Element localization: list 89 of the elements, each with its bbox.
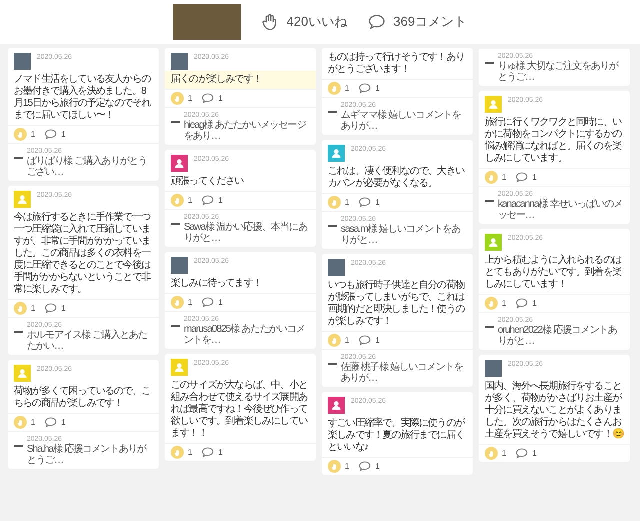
like-count: 1 bbox=[345, 460, 350, 472]
like-count: 1 bbox=[31, 302, 36, 314]
comment-icon bbox=[516, 448, 528, 459]
comment-icon bbox=[359, 335, 372, 346]
comment-count: 1 bbox=[218, 92, 223, 104]
comment-count: 1 bbox=[532, 298, 537, 310]
like-icon bbox=[171, 296, 184, 309]
comment-count: 1 bbox=[375, 196, 380, 208]
likes-count: 420いいね bbox=[286, 13, 348, 32]
like-count: 1 bbox=[31, 416, 36, 428]
reply-text: りゅ様 大切なご注文をありがとうご… bbox=[498, 61, 620, 83]
comment-count: 1 bbox=[61, 302, 66, 314]
reply-text: 佐藤 桃子様 嬉しいコメントをありが… bbox=[341, 362, 464, 384]
like-icon bbox=[14, 128, 27, 141]
reply-text: Sha.ha様 応援コメントありがとうご… bbox=[27, 444, 148, 466]
avatar-photo-placeholder bbox=[14, 53, 31, 70]
reply-text: ぱりぱり様 ご購入ありがとうござい… bbox=[27, 156, 148, 178]
comment-icon bbox=[516, 172, 528, 183]
reply-text: Sawa様 温かい応援、本当にありがと… bbox=[184, 222, 308, 244]
comment-count: 1 bbox=[218, 194, 223, 206]
comment-count: 1 bbox=[532, 172, 537, 184]
comment-icon bbox=[202, 297, 214, 308]
comments-count: 369コメント bbox=[394, 13, 468, 32]
like-count: 1 bbox=[188, 446, 192, 458]
comment-count: 1 bbox=[61, 128, 66, 140]
like-count: 1 bbox=[502, 298, 506, 310]
like-count: 1 bbox=[31, 128, 36, 140]
like-icon bbox=[328, 82, 341, 95]
comment-count: 1 bbox=[375, 334, 380, 346]
avatar-photo-placeholder bbox=[328, 259, 345, 276]
comment-text: 上から積むように入れられるのはとてもありがたいです。到着を楽しみにしています！ bbox=[484, 254, 623, 292]
comment-count: 1 bbox=[375, 460, 380, 472]
comment-icon bbox=[202, 447, 214, 458]
comment-icon bbox=[359, 461, 372, 472]
reply-text: hieag様 あたたかいメッセージをあり… bbox=[184, 120, 308, 142]
avatar-photo-placeholder bbox=[171, 257, 188, 274]
comment-count: 1 bbox=[218, 296, 223, 308]
comment-text: 旅行に行くワクワクと同時に、いかに荷物をコンパクトにするかの悩み解消になればと。届くのを楽しみにしています。 bbox=[484, 116, 623, 166]
reply-text: sasa.m様 嬉しいコメントをありがと… bbox=[341, 224, 462, 246]
comment-text: このサイズが大ならば、中、小と組み合わせて使えるサイズ展開あれば最高ですね！今後ぜひ作って欲しいです。到着楽しみにしています！！ bbox=[170, 378, 309, 441]
reply-text: ホルモアイス様 ご購入とあたたかい… bbox=[27, 330, 148, 352]
comment-count: 1 bbox=[532, 448, 537, 460]
comment-count: 1 bbox=[61, 416, 66, 428]
comment-text: 今は旅行するときに手作業で一つ一つ圧縮袋に入れて圧縮していますが、非常に手間がかかっていました。この商品は多くの衣料を一度に圧縮できるとのことで今後は手間がかからないということで非常に楽しみです。 bbox=[13, 210, 152, 297]
like-count: 1 bbox=[188, 194, 192, 206]
comment-icon bbox=[45, 303, 58, 314]
reply-text: kanacanna様 幸せいっぱいのメッセー… bbox=[498, 199, 624, 221]
like-count: 1 bbox=[188, 296, 192, 308]
like-count: 1 bbox=[188, 92, 192, 104]
like-icon bbox=[171, 92, 184, 105]
comment-icon bbox=[45, 129, 58, 140]
avatar-photo-placeholder bbox=[171, 53, 188, 70]
comment-count: 1 bbox=[218, 446, 223, 458]
comment-icon bbox=[516, 298, 528, 309]
comment-count: 1 bbox=[375, 82, 380, 94]
speech-bubble-icon bbox=[368, 13, 386, 31]
like-icon bbox=[171, 194, 184, 207]
comment-text: すごい圧縮率で、実際に使うのが楽しみです！夏の旅行までに届くといいな♪ bbox=[327, 416, 466, 455]
comment-text: ものは持って行けそうです！ありがとうございます！ bbox=[327, 50, 466, 77]
like-icon bbox=[485, 297, 498, 310]
comment-text: 楽しみに待ってます！ bbox=[170, 276, 264, 291]
comment-icon bbox=[359, 83, 372, 94]
like-icon bbox=[14, 416, 27, 429]
comment-icon bbox=[359, 197, 372, 208]
like-count: 1 bbox=[345, 196, 350, 208]
like-icon bbox=[485, 171, 498, 184]
comment-text: いつも旅行時子供達と自分の荷物が膨張ってしまいがちで、これは画期的だと即決しました！使うのが楽しみです！ bbox=[327, 278, 466, 329]
like-icon bbox=[14, 302, 27, 315]
comment-icon bbox=[45, 417, 58, 428]
hand-icon bbox=[260, 13, 279, 31]
product-photo-placeholder bbox=[172, 4, 241, 40]
comment-text: 頑張ってください bbox=[170, 175, 245, 189]
reply-text: oruhen2022様 応援コメントありがと… bbox=[498, 325, 618, 347]
comment-text: 国内、海外へ長期旅行をすることが多く、荷物がかさばりお土産が十分に買えないことがよくありました。次の旅行からはたくさんお土産を買えそうで嬉しいです！😊 bbox=[484, 380, 625, 442]
like-icon bbox=[328, 196, 341, 209]
reply-text: ムギママ様 嬉しいコメントをありが… bbox=[341, 110, 462, 132]
reply-text: marusa0825様 あたたかいコメントを… bbox=[184, 324, 306, 346]
comment-icon bbox=[202, 93, 214, 104]
like-count: 1 bbox=[345, 334, 350, 346]
comment-text: 届くのが楽しみです！ bbox=[165, 71, 316, 89]
like-count: 1 bbox=[502, 448, 506, 460]
like-count: 1 bbox=[502, 172, 506, 184]
comment-icon bbox=[202, 195, 214, 206]
comment-text: 荷物が多くて困っているので、こちらの商品が楽しみです！ bbox=[13, 384, 152, 411]
comment-text: ノマド生活をしている友人からのお墨付きで購入を決めました。8月15日から旅行の予定なのでそれまでに届いてほしい〜！ bbox=[13, 72, 152, 123]
like-icon bbox=[328, 334, 341, 347]
avatar-photo-placeholder bbox=[485, 360, 502, 377]
comment-text: これは、凄く便利なので、大きいカバンが必要がなくなる。 bbox=[327, 164, 466, 191]
like-count: 1 bbox=[345, 82, 350, 94]
